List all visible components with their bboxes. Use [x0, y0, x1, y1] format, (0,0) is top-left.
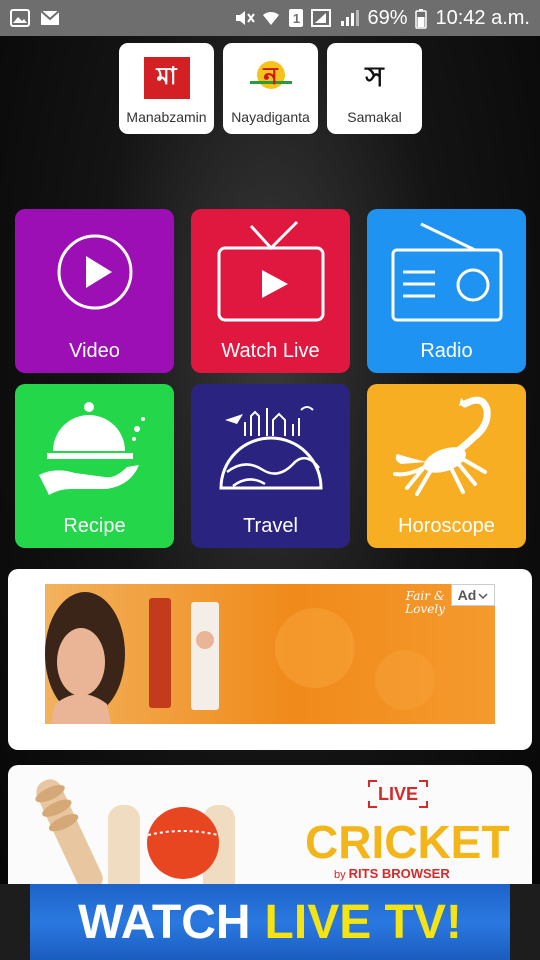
clock: 10:42 a.m.: [435, 6, 530, 29]
cricket-promo-banner[interactable]: LIVE CRICKET by RITS BROWSER: [8, 765, 532, 895]
signal-box-icon: [311, 9, 332, 27]
ad-banner[interactable]: Fair & Lovely Ad ayu car: [8, 569, 532, 750]
scorpion-icon: [367, 384, 526, 509]
ad-brand-line2: Lovely: [405, 602, 445, 616]
samakal-logo: স: [352, 57, 398, 99]
ad-brand-logo: Fair & Lovely: [405, 590, 445, 616]
serving-cloche-icon: [15, 384, 174, 509]
nayadiganta-logo-text: ন: [263, 62, 278, 90]
tile-label: Watch Live: [221, 340, 320, 362]
tile-label: Horoscope: [398, 515, 495, 537]
rits-brand: RITS BROWSER: [348, 866, 450, 881]
tile-radio[interactable]: Radio: [367, 209, 526, 373]
watch-live-tv-creative[interactable]: WATCH LIVE TV!: [30, 884, 510, 960]
live-badge: LIVE: [367, 779, 429, 809]
manabzamin-logo-text: মা: [156, 62, 177, 90]
tile-travel[interactable]: Travel: [191, 384, 350, 548]
manabzamin-logo: মা: [143, 57, 190, 99]
sim-slot-icon: 1: [289, 9, 304, 27]
tile-horoscope[interactable]: Horoscope: [367, 384, 526, 548]
paper-manabzamin[interactable]: মা Manabzamin: [119, 43, 214, 134]
banner-word-live-tv: LIVE TV!: [264, 895, 462, 949]
sim-slot-number: 1: [292, 10, 301, 26]
travel-globe-icon: [191, 384, 350, 509]
tile-watch-live[interactable]: Watch Live: [191, 209, 350, 373]
wifi-icon: [261, 9, 281, 27]
tile-recipe[interactable]: Recipe: [15, 384, 174, 548]
tile-video[interactable]: Video: [15, 209, 174, 373]
cricket-title: CRICKET: [305, 816, 510, 868]
paper-samakal[interactable]: স Samakal: [327, 43, 422, 134]
paper-label: Manabzamin: [126, 109, 207, 125]
rits-browser-credit: by RITS BROWSER: [334, 866, 450, 881]
ad-banner-creative[interactable]: Fair & Lovely Ad ayu car: [45, 584, 495, 724]
mail-icon: [40, 9, 60, 27]
tv-icon: [191, 209, 350, 334]
samakal-logo-text: স: [365, 59, 384, 93]
gallery-icon: [10, 9, 30, 27]
tile-label: Video: [69, 340, 120, 362]
paper-nayadiganta[interactable]: ন Nayadiganta: [223, 43, 318, 134]
radio-icon: [367, 209, 526, 334]
battery-icon: [415, 9, 428, 29]
ad-choices-badge[interactable]: Ad: [451, 584, 495, 606]
tile-label: Radio: [420, 340, 473, 362]
category-grid: Video Watch Live Radio Recipe Travel Hor…: [15, 209, 526, 548]
status-bar: 1 69% 10:42 a.m.: [0, 0, 540, 36]
cell-signal-icon: [339, 9, 360, 27]
play-circle-icon: [15, 209, 174, 334]
tile-label: Recipe: [63, 515, 126, 537]
chevron-down-icon: [478, 587, 488, 603]
tile-label: Travel: [243, 515, 298, 537]
by-label: by: [334, 869, 346, 881]
battery-percent: 69%: [367, 6, 408, 29]
paper-label: Nayadiganta: [231, 109, 310, 125]
paper-label: Samakal: [347, 109, 402, 125]
watch-live-tv-banner[interactable]: WATCH LIVE TV!: [0, 884, 540, 960]
ad-badge-label: Ad: [457, 587, 477, 603]
nayadiganta-logo: ন: [248, 57, 294, 99]
banner-word-watch: WATCH: [78, 895, 251, 949]
newspaper-shortcuts: মা Manabzamin ন Nayadiganta স Samakal: [119, 43, 422, 134]
mute-icon: [233, 9, 256, 27]
